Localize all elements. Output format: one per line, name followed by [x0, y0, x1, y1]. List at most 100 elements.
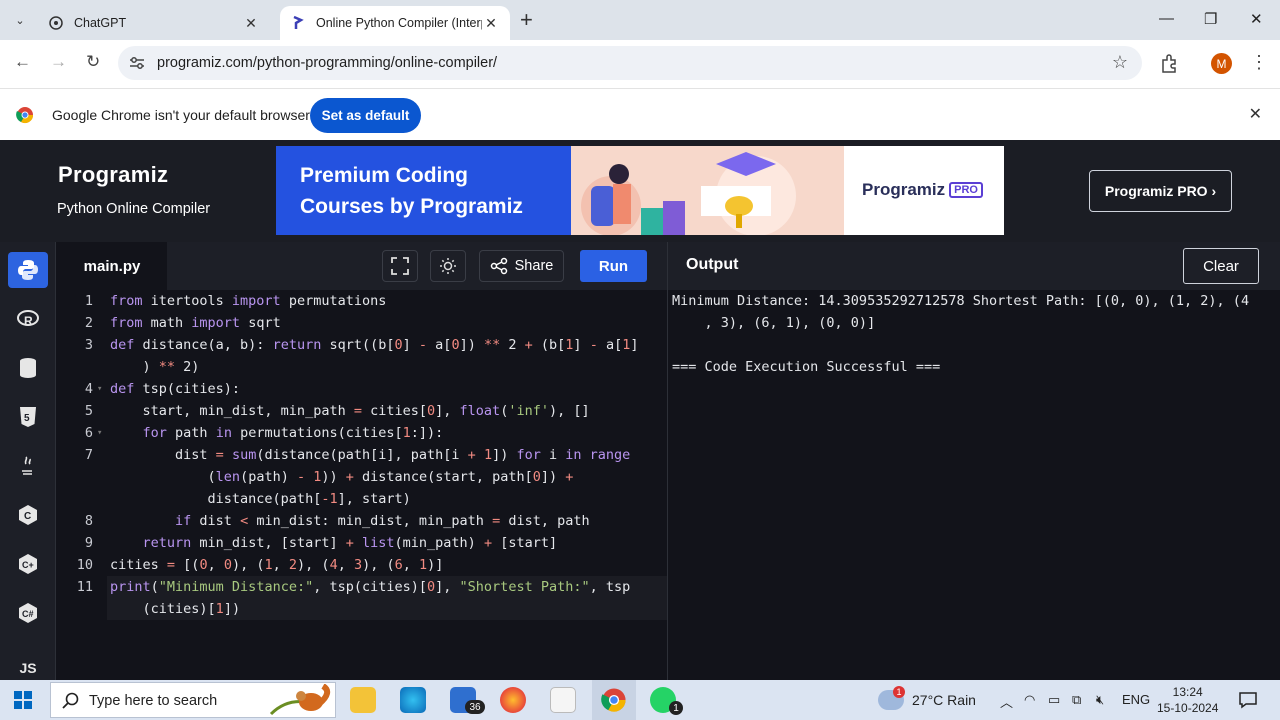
reload-icon[interactable]: ↻ — [86, 52, 100, 72]
output-title: Output — [686, 256, 739, 273]
output-line: , 3), (6, 1), (0, 0)] — [672, 315, 876, 331]
output-header: Output Clear — [668, 242, 1280, 290]
editor-header: main.py Share Run — [57, 242, 667, 290]
site-info-icon[interactable] — [128, 54, 146, 72]
minimize-icon[interactable]: — — [1159, 10, 1174, 27]
output-console: Minimum Distance: 14.309535292712578 Sho… — [672, 290, 1276, 378]
bookmark-star-icon[interactable]: ☆ — [1112, 52, 1128, 73]
output-line: Minimum Distance: 14.309535292712578 Sho… — [672, 293, 1250, 309]
code-editor[interactable]: 1 from itertools import permutations 2 fro… — [57, 290, 667, 680]
c-language-icon[interactable]: C — [8, 497, 48, 533]
restore-icon[interactable]: ❐ — [1204, 10, 1217, 28]
ide: R 5 C C+ C# JS main.py Share Run 1 from i… — [0, 242, 1280, 680]
page-subtitle: Python Online Compiler — [57, 201, 211, 217]
sql-database-icon[interactable] — [8, 350, 48, 386]
r-language-icon[interactable]: R — [8, 301, 48, 337]
taskbar-search[interactable]: Type here to search — [50, 682, 336, 718]
programiz-icon — [293, 15, 304, 29]
tab-programiz[interactable]: Online Python Compiler (Interp ✕ — [280, 6, 510, 40]
tab-title: Online Python Compiler (Interp — [316, 16, 482, 30]
file-tab-main[interactable]: main.py — [57, 242, 167, 290]
programiz-pro-button[interactable]: Programiz PRO › — [1089, 170, 1232, 212]
site-header: Programiz Python Online Compiler Premium… — [0, 140, 1280, 242]
language-indicator[interactable]: ENG — [1122, 692, 1150, 707]
clock-date: 15-10-2024 — [1157, 701, 1219, 715]
svg-text:R: R — [24, 314, 33, 328]
student-books-illustration — [581, 152, 796, 235]
html5-icon[interactable]: 5 — [8, 399, 48, 435]
firefox-icon[interactable] — [500, 687, 526, 713]
csharp-language-icon[interactable]: C# — [8, 595, 48, 631]
banner-pro-badge: PRO — [949, 182, 983, 198]
share-label: Share — [514, 258, 554, 274]
tab-title: ChatGPT — [74, 16, 127, 30]
banner-headline-2: Courses by Programiz — [300, 195, 523, 218]
new-tab-icon[interactable]: + — [520, 9, 533, 31]
taskbar-search-placeholder: Type here to search — [89, 693, 218, 709]
show-hidden-icons-icon[interactable]: ︿ — [1000, 692, 1013, 711]
svg-text:5: 5 — [24, 413, 30, 424]
squirrel-icon — [269, 684, 331, 716]
whatsapp-badge: 1 — [669, 701, 683, 715]
clock[interactable]: 13:24 15-10-2024 — [1157, 684, 1218, 716]
microsoft-store-icon[interactable] — [550, 687, 576, 713]
edge-icon[interactable] — [400, 687, 426, 713]
close-tab-icon[interactable]: ✕ — [482, 15, 500, 32]
fullscreen-icon[interactable] — [382, 250, 418, 282]
close-tab-icon[interactable]: ✕ — [242, 15, 260, 32]
share-button[interactable]: Share — [479, 250, 564, 282]
browser-toolbar: ← → ↻ programiz.com/python-programming/o… — [0, 40, 1280, 86]
close-window-icon[interactable]: ✕ — [1250, 10, 1263, 28]
forward-icon[interactable]: → — [50, 52, 67, 72]
tab-search-chevron-icon[interactable]: ⌄ — [8, 8, 32, 32]
notifications-icon[interactable] — [1238, 690, 1258, 710]
profile-avatar[interactable]: M — [1211, 53, 1232, 74]
banner-brand-panel: Programiz PRO — [844, 146, 1004, 235]
weather-badge: 1 — [893, 686, 905, 698]
wifi-icon[interactable]: ◠ — [1024, 692, 1035, 708]
meet-now-icon[interactable]: ⧉ — [1072, 692, 1081, 708]
set-as-default-button[interactable]: Set as default — [310, 98, 421, 133]
svg-text:C#: C# — [22, 609, 34, 619]
back-icon[interactable]: ← — [14, 52, 31, 72]
share-icon — [490, 257, 507, 275]
banner-illustration — [571, 146, 844, 235]
chrome-menu-icon[interactable]: ⋮ — [1250, 52, 1268, 73]
battery-icon[interactable]: ▭ — [1048, 692, 1060, 708]
language-rail: R 5 C C+ C# JS — [0, 242, 56, 680]
banner-logo-text: Programiz — [862, 180, 946, 199]
chrome-logo-icon — [16, 107, 34, 124]
banner-headline-1: Premium Coding — [300, 164, 469, 187]
default-browser-infobar: Google Chrome isn't your default browser… — [0, 88, 1280, 140]
address-bar[interactable]: programiz.com/python-programming/online-… — [118, 46, 1142, 80]
theme-toggle-sun-icon[interactable] — [430, 250, 466, 282]
mail-badge: 36 — [465, 700, 485, 714]
url-text: programiz.com/python-programming/online-… — [157, 55, 498, 71]
banner-text-panel: Premium Coding Courses by Programiz — [276, 146, 571, 235]
svg-text:C+: C+ — [22, 560, 34, 570]
clear-button[interactable]: Clear — [1183, 248, 1259, 284]
tab-chatgpt[interactable]: ChatGPT ✕ — [38, 6, 270, 40]
search-icon — [62, 692, 79, 709]
chrome-taskbar-icon[interactable] — [601, 687, 627, 713]
weather-text[interactable]: 27°C Rain — [912, 692, 976, 708]
tab-strip: ⌄ ChatGPT ✕ Online Python Compiler (Inte… — [0, 0, 1280, 40]
svg-text:C: C — [24, 511, 31, 522]
programiz-logo[interactable]: Programiz — [58, 162, 168, 188]
output-status: === Code Execution Successful === — [672, 359, 941, 375]
volume-muted-icon[interactable]: 🔇︎ — [1096, 692, 1104, 708]
pane-divider[interactable] — [667, 242, 668, 680]
infobar-close-icon[interactable]: ✕ — [1249, 104, 1262, 124]
chatgpt-icon — [49, 16, 63, 30]
windows-taskbar: Type here to search 36 1 1 27°C Rain ︿ ◠… — [0, 680, 1280, 720]
ad-banner[interactable]: Premium Coding Courses by Programiz Prog… — [276, 146, 1004, 235]
file-explorer-icon[interactable] — [350, 687, 376, 713]
infobar-message: Google Chrome isn't your default browser — [52, 107, 310, 123]
extensions-icon[interactable] — [1158, 52, 1180, 74]
python-language-icon[interactable] — [8, 252, 48, 288]
cpp-language-icon[interactable]: C+ — [8, 546, 48, 582]
run-button[interactable]: Run — [580, 250, 647, 282]
clock-time: 13:24 — [1172, 685, 1203, 699]
java-icon[interactable] — [8, 448, 48, 484]
windows-start-icon[interactable] — [14, 691, 32, 709]
